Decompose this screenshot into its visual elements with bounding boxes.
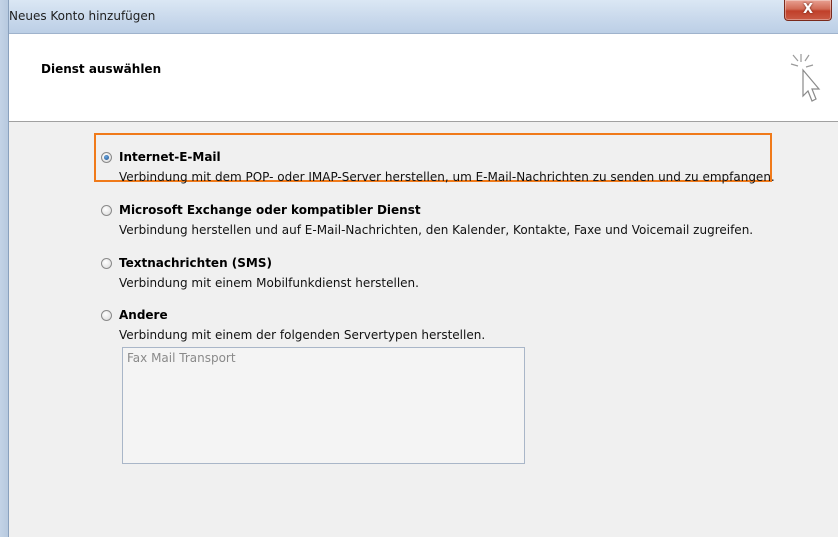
option-description: Verbindung mit einem Mobilfunkdienst her… xyxy=(119,276,419,290)
radio-internet-email[interactable] xyxy=(101,152,112,163)
option-description: Verbindung mit dem POP- oder IMAP-Server… xyxy=(119,170,775,184)
option-description: Verbindung herstellen und auf E-Mail-Nac… xyxy=(119,223,754,237)
option-label[interactable]: Internet-E-Mail xyxy=(119,150,221,164)
cursor-click-icon xyxy=(790,54,821,102)
list-item[interactable]: Fax Mail Transport xyxy=(127,351,236,365)
option-label[interactable]: Textnachrichten (SMS) xyxy=(119,256,272,270)
close-button[interactable]: X xyxy=(784,0,832,21)
option-label[interactable]: Microsoft Exchange oder kompatibler Dien… xyxy=(119,203,421,217)
option-label[interactable]: Andere xyxy=(119,308,168,322)
title-bar[interactable]: Neues Konto hinzufügen X xyxy=(0,0,838,34)
header-panel: Dienst auswählen xyxy=(9,34,838,122)
radio-sms[interactable] xyxy=(101,258,112,269)
server-type-list[interactable]: Fax Mail Transport xyxy=(122,347,525,464)
content-area: Internet-E-Mail Verbindung mit dem POP- … xyxy=(9,122,838,537)
close-icon: X xyxy=(802,2,814,17)
option-description: Verbindung mit einem der folgenden Serve… xyxy=(119,328,486,342)
window-left-frame xyxy=(0,0,9,537)
section-title: Dienst auswählen xyxy=(41,62,162,76)
radio-exchange[interactable] xyxy=(101,205,112,216)
radio-other[interactable] xyxy=(101,310,112,321)
window-title: Neues Konto hinzufügen xyxy=(9,9,156,23)
dialog-window: Neues Konto hinzufügen X Dienst auswähle… xyxy=(0,0,838,537)
